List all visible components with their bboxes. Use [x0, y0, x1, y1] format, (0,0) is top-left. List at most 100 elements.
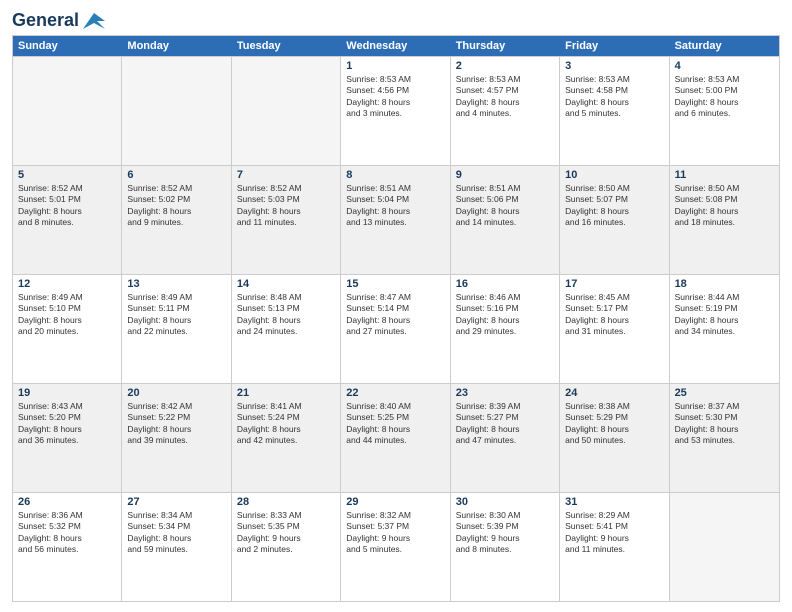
calendar-cell: 19 Sunrise: 8:43 AM Sunset: 5:20 PM Dayli… [13, 384, 122, 492]
cell-info: Sunrise: 8:34 AM Sunset: 5:34 PM Dayligh… [127, 510, 225, 556]
cell-info: Sunrise: 8:43 AM Sunset: 5:20 PM Dayligh… [18, 401, 116, 447]
calendar-cell [122, 57, 231, 165]
calendar-header: SundayMondayTuesdayWednesdayThursdayFrid… [13, 36, 779, 56]
calendar-cell: 8 Sunrise: 8:51 AM Sunset: 5:04 PM Daylig… [341, 166, 450, 274]
calendar-cell: 14 Sunrise: 8:48 AM Sunset: 5:13 PM Dayli… [232, 275, 341, 383]
cell-info: Sunrise: 8:36 AM Sunset: 5:32 PM Dayligh… [18, 510, 116, 556]
day-number: 1 [346, 60, 444, 72]
day-number: 7 [237, 169, 335, 181]
day-number: 6 [127, 169, 225, 181]
calendar-cell: 31 Sunrise: 8:29 AM Sunset: 5:41 PM Dayli… [560, 493, 669, 601]
cell-info: Sunrise: 8:51 AM Sunset: 5:04 PM Dayligh… [346, 183, 444, 229]
calendar-row: 5 Sunrise: 8:52 AM Sunset: 5:01 PM Daylig… [13, 165, 779, 274]
calendar-cell: 24 Sunrise: 8:38 AM Sunset: 5:29 PM Dayli… [560, 384, 669, 492]
calendar-row: 19 Sunrise: 8:43 AM Sunset: 5:20 PM Dayli… [13, 383, 779, 492]
cell-info: Sunrise: 8:29 AM Sunset: 5:41 PM Dayligh… [565, 510, 663, 556]
calendar-cell: 22 Sunrise: 8:40 AM Sunset: 5:25 PM Dayli… [341, 384, 450, 492]
cell-info: Sunrise: 8:41 AM Sunset: 5:24 PM Dayligh… [237, 401, 335, 447]
calendar-cell: 16Sunrise: 8:46 AM Sunset: 5:16 PM Dayli… [451, 275, 560, 383]
day-number: 22 [346, 387, 444, 399]
calendar-cell: 17 Sunrise: 8:45 AM Sunset: 5:17 PM Dayli… [560, 275, 669, 383]
cell-info: Sunrise: 8:44 AM Sunset: 5:19 PM Dayligh… [675, 292, 774, 338]
cell-info: Sunrise: 8:52 AM Sunset: 5:01 PM Dayligh… [18, 183, 116, 229]
cell-info: Sunrise: 8:39 AM Sunset: 5:27 PM Dayligh… [456, 401, 554, 447]
cell-info: Sunrise: 8:51 AM Sunset: 5:06 PM Dayligh… [456, 183, 554, 229]
calendar-row: 12 Sunrise: 8:49 AM Sunset: 5:10 PM Dayli… [13, 274, 779, 383]
cell-info: Sunrise: 8:53 AM Sunset: 4:57 PM Dayligh… [456, 74, 554, 120]
day-number: 9 [456, 169, 554, 181]
cell-info: Sunrise: 8:30 AM Sunset: 5:39 PM Dayligh… [456, 510, 554, 556]
weekday-header: Sunday [13, 36, 122, 56]
cell-info: Sunrise: 8:52 AM Sunset: 5:03 PM Dayligh… [237, 183, 335, 229]
calendar-body: 1 Sunrise: 8:53 AM Sunset: 4:56 PM Daylig… [13, 56, 779, 601]
day-number: 25 [675, 387, 774, 399]
header: General [12, 10, 780, 27]
calendar-cell: 2 Sunrise: 8:53 AM Sunset: 4:57 PM Daylig… [451, 57, 560, 165]
cell-info: Sunrise: 8:42 AM Sunset: 5:22 PM Dayligh… [127, 401, 225, 447]
weekday-header: Thursday [451, 36, 560, 56]
day-number: 28 [237, 496, 335, 508]
day-number: 13 [127, 278, 225, 290]
day-number: 3 [565, 60, 663, 72]
calendar-cell: 30Sunrise: 8:30 AM Sunset: 5:39 PM Dayli… [451, 493, 560, 601]
calendar-cell: 15Sunrise: 8:47 AM Sunset: 5:14 PM Dayli… [341, 275, 450, 383]
calendar-cell: 21 Sunrise: 8:41 AM Sunset: 5:24 PM Dayli… [232, 384, 341, 492]
calendar-cell: 3 Sunrise: 8:53 AM Sunset: 4:58 PM Daylig… [560, 57, 669, 165]
logo-general: General [12, 10, 79, 31]
cell-info: Sunrise: 8:53 AM Sunset: 5:00 PM Dayligh… [675, 74, 774, 120]
weekday-header: Tuesday [232, 36, 341, 56]
day-number: 10 [565, 169, 663, 181]
calendar-cell: 4 Sunrise: 8:53 AM Sunset: 5:00 PM Daylig… [670, 57, 779, 165]
cell-info: Sunrise: 8:48 AM Sunset: 5:13 PM Dayligh… [237, 292, 335, 338]
weekday-header: Monday [122, 36, 231, 56]
day-number: 17 [565, 278, 663, 290]
day-number: 5 [18, 169, 116, 181]
weekday-header: Friday [560, 36, 669, 56]
cell-info: Sunrise: 8:53 AM Sunset: 4:58 PM Dayligh… [565, 74, 663, 120]
calendar-cell: 26Sunrise: 8:36 AM Sunset: 5:32 PM Dayli… [13, 493, 122, 601]
day-number: 21 [237, 387, 335, 399]
day-number: 31 [565, 496, 663, 508]
cell-info: Sunrise: 8:50 AM Sunset: 5:08 PM Dayligh… [675, 183, 774, 229]
cell-info: Sunrise: 8:49 AM Sunset: 5:10 PM Dayligh… [18, 292, 116, 338]
cell-info: Sunrise: 8:52 AM Sunset: 5:02 PM Dayligh… [127, 183, 225, 229]
calendar-cell: 23 Sunrise: 8:39 AM Sunset: 5:27 PM Dayli… [451, 384, 560, 492]
day-number: 4 [675, 60, 774, 72]
calendar-cell: 27 Sunrise: 8:34 AM Sunset: 5:34 PM Dayli… [122, 493, 231, 601]
day-number: 23 [456, 387, 554, 399]
calendar-row: 1 Sunrise: 8:53 AM Sunset: 4:56 PM Daylig… [13, 56, 779, 165]
day-number: 18 [675, 278, 774, 290]
calendar-cell: 29Sunrise: 8:32 AM Sunset: 5:37 PM Dayli… [341, 493, 450, 601]
cell-info: Sunrise: 8:45 AM Sunset: 5:17 PM Dayligh… [565, 292, 663, 338]
cell-info: Sunrise: 8:50 AM Sunset: 5:07 PM Dayligh… [565, 183, 663, 229]
calendar-cell: 10 Sunrise: 8:50 AM Sunset: 5:07 PM Dayli… [560, 166, 669, 274]
cell-info: Sunrise: 8:38 AM Sunset: 5:29 PM Dayligh… [565, 401, 663, 447]
cell-info: Sunrise: 8:33 AM Sunset: 5:35 PM Dayligh… [237, 510, 335, 556]
calendar-cell: 9 Sunrise: 8:51 AM Sunset: 5:06 PM Daylig… [451, 166, 560, 274]
day-number: 12 [18, 278, 116, 290]
cell-info: Sunrise: 8:47 AM Sunset: 5:14 PM Dayligh… [346, 292, 444, 338]
day-number: 11 [675, 169, 774, 181]
cell-info: Sunrise: 8:40 AM Sunset: 5:25 PM Dayligh… [346, 401, 444, 447]
day-number: 20 [127, 387, 225, 399]
weekday-header: Saturday [670, 36, 779, 56]
cell-info: Sunrise: 8:53 AM Sunset: 4:56 PM Dayligh… [346, 74, 444, 120]
calendar-cell: 7 Sunrise: 8:52 AM Sunset: 5:03 PM Daylig… [232, 166, 341, 274]
cell-info: Sunrise: 8:37 AM Sunset: 5:30 PM Dayligh… [675, 401, 774, 447]
calendar-cell: 12 Sunrise: 8:49 AM Sunset: 5:10 PM Dayli… [13, 275, 122, 383]
calendar-cell: 6 Sunrise: 8:52 AM Sunset: 5:02 PM Daylig… [122, 166, 231, 274]
calendar-cell: 28 Sunrise: 8:33 AM Sunset: 5:35 PM Dayli… [232, 493, 341, 601]
calendar-cell: 5 Sunrise: 8:52 AM Sunset: 5:01 PM Daylig… [13, 166, 122, 274]
calendar-cell: 1 Sunrise: 8:53 AM Sunset: 4:56 PM Daylig… [341, 57, 450, 165]
day-number: 19 [18, 387, 116, 399]
day-number: 2 [456, 60, 554, 72]
logo-bird-icon [83, 13, 105, 29]
calendar-cell: 11 Sunrise: 8:50 AM Sunset: 5:08 PM Dayli… [670, 166, 779, 274]
calendar-cell [13, 57, 122, 165]
day-number: 27 [127, 496, 225, 508]
day-number: 8 [346, 169, 444, 181]
calendar-cell [232, 57, 341, 165]
calendar-cell [670, 493, 779, 601]
day-number: 24 [565, 387, 663, 399]
day-number: 14 [237, 278, 335, 290]
